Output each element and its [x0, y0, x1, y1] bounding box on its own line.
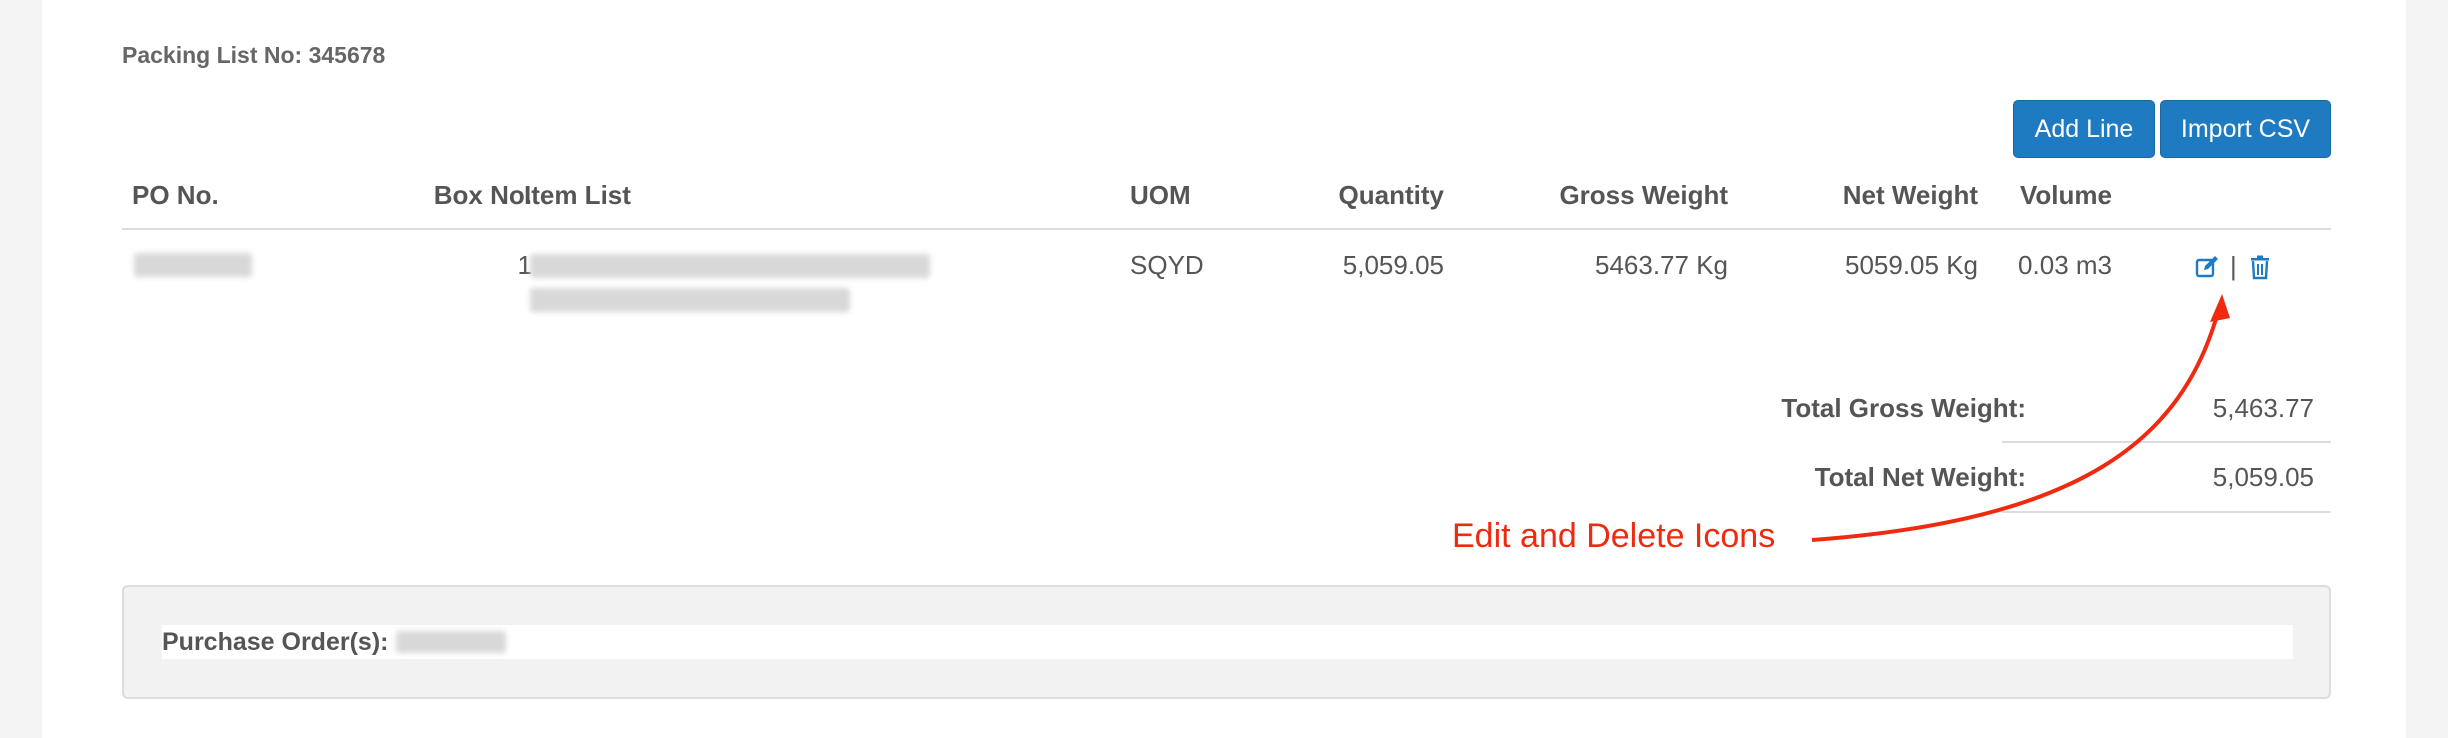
purchase-orders-panel: Purchase Order(s): — [122, 585, 2331, 699]
packing-list-page: Packing List No: 345678 Add Line Import … — [42, 0, 2406, 738]
purchase-orders-value-redacted — [396, 631, 507, 653]
purchase-orders-field: Purchase Order(s): — [162, 625, 2293, 659]
purchase-orders-label: Purchase Order(s): — [162, 627, 389, 656]
